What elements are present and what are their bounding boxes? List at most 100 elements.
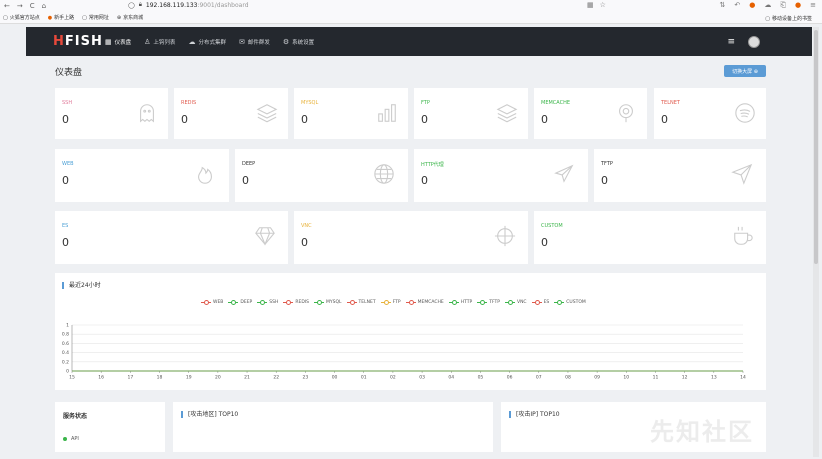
star-icon[interactable]: ☆ [600,1,606,9]
y-tick-label: 0.2 [62,359,69,365]
bookmark-label: 移动设备上的书签 [771,16,812,22]
x-tick-label: 20 [215,375,221,381]
card-label: SSH [62,100,73,106]
stat-card-tftp: TFTP 0 [594,149,766,202]
fire-extension-icon[interactable]: ● [795,1,801,10]
menu-label: 系统设置 [292,39,315,46]
stat-card-deep: DEEP 0 [235,149,408,202]
gear-icon: ⚙ [282,37,290,46]
app-header: HFISH ▦ 仪表盘 ♙ 上钩列表 ☁ 分布式集群 ✉ 邮件群发 ⚙ 系统设置 ≡ [26,27,812,56]
cloud-icon: ☁ [188,37,196,46]
browser-toolbar: ← → C ⌂ ◯ 🔒︎ 192.168.119.133 :9001/dashb… [0,0,822,12]
bookmark-item[interactable]: ▢ 常用网址 [82,14,109,22]
browser-extensions: ⇅ ↶ ● ☁ ⎗ ● ≡ [720,1,816,10]
bookmark-label: 常用网址 [88,15,109,21]
user-icon: ♙ [144,37,151,46]
x-tick-label: 19 [186,375,192,381]
diamond-icon [254,225,276,247]
card-label: MYSQL [301,100,319,106]
undo-icon[interactable]: ↶ [734,1,740,10]
menu-icon[interactable]: ≡ [810,1,816,10]
card-label: HTTP代理 [421,162,444,168]
x-tick-label: 08 [565,375,571,381]
card-value: 0 [601,174,608,187]
globe-icon [373,163,395,185]
x-tick-label: 18 [157,375,163,381]
menu-label: 邮件群发 [247,39,270,46]
menu-hooked-list[interactable]: ♙ 上钩列表 [144,38,175,46]
back-icon[interactable]: ← [4,2,10,10]
hamburger-icon[interactable]: ≡ [727,37,735,47]
attack-ip-title: [攻击IP] TOP10 [509,411,560,418]
stat-card-es: ES 0 [55,211,288,264]
switch-screen-button[interactable]: 切换大屏 ⊕ [724,65,766,77]
logo-text: FISH [64,34,103,49]
x-tick-label: 06 [507,375,513,381]
reload-icon[interactable]: C [30,2,35,10]
service-status-panel: 服务状态 API [55,402,165,452]
mobile-bookmarks[interactable]: ▢ 移动设备上的书签 [765,15,812,23]
fire-icon [194,163,216,185]
y-tick-label: 1 [66,323,69,329]
browser-nav: ← → C ⌂ [0,2,110,10]
bookmark-item[interactable]: ● 新手上路 [48,14,74,22]
service-status-title: 服务状态 [63,413,88,420]
crosshair-icon [494,225,516,247]
status-dot [63,437,67,441]
cloud-icon[interactable]: ☁ [764,1,771,10]
card-label: TELNET [661,100,680,106]
ghost-icon [136,102,158,124]
lock-icon: 🔒︎ [138,1,142,8]
service-item-label: API [71,436,79,442]
avatar[interactable] [748,36,760,48]
stat-card-ssh: SSH 0 [55,88,168,139]
x-tick-label: 16 [98,375,104,381]
extension-icon[interactable]: ⇅ [720,1,726,10]
menu-dashboard[interactable]: ▦ 仪表盘 [105,38,131,46]
stat-card-http-proxy: HTTP代理 0 [414,149,588,202]
clipboard-icon[interactable]: ⎗ [780,1,786,10]
menu-mail[interactable]: ✉ 邮件群发 [239,38,270,46]
y-tick-label: 0.6 [62,341,69,347]
mail-icon: ✉ [238,37,245,46]
card-value: 0 [541,236,548,249]
card-label: REDIS [181,100,197,106]
x-tick-label: 17 [127,375,133,381]
logo-letter: H [53,34,65,49]
hfish-logo[interactable]: HFISH [53,34,105,49]
x-tick-label: 23 [303,375,309,381]
bookmark-item[interactable]: ⊕ 京东商城 [117,14,144,22]
page-title: 仪表盘 [55,68,83,78]
x-tick-label: 01 [361,375,367,381]
bookmark-item[interactable]: ▢ 火狐官方站点 [3,14,40,22]
y-tick-label: 0.4 [62,350,69,356]
menu-cluster[interactable]: ☁ 分布式集群 [188,38,226,46]
card-label: CUSTOM [541,223,563,229]
qr-icon[interactable]: ▦ [587,1,594,9]
menu-label: 分布式集群 [198,39,226,46]
scrollbar-thumb[interactable] [814,30,818,264]
stat-card-mysql: MYSQL 0 [294,88,408,139]
pin-icon [615,102,637,124]
stat-card-memcache: MEMCACHE 0 [534,88,647,139]
card-value: 0 [421,113,428,126]
x-tick-label: 05 [478,375,484,381]
forward-icon[interactable]: → [17,2,23,10]
line-chart: 0 0.2 0.4 0.6 0.8 1 15 16 17 18 19 20 21 22 23 00 01 02 03… [62,323,746,381]
main-menu: ▦ 仪表盘 ♙ 上钩列表 ☁ 分布式集群 ✉ 邮件群发 ⚙ 系统设置 [105,38,314,46]
bookmark-label: 火狐官方站点 [9,15,40,21]
home-icon[interactable]: ⌂ [42,2,46,10]
bookmark-label: 京东商城 [123,15,144,21]
card-value: 0 [421,174,428,187]
x-tick-label: 04 [448,375,454,381]
menu-label: 上钩列表 [153,39,176,46]
plane-icon [553,163,575,185]
menu-settings[interactable]: ⚙ 系统设置 [283,38,314,46]
firefox-icon[interactable]: ● [749,1,755,10]
spotify-icon [734,102,756,124]
url-host: 192.168.119.133 [145,1,198,9]
address-actions: ▦ ☆ [587,1,606,9]
card-label: FTP [421,100,430,106]
address-bar[interactable]: ◯ 🔒︎ 192.168.119.133 :9001/dashboard [128,1,249,9]
cup-icon [732,225,754,247]
